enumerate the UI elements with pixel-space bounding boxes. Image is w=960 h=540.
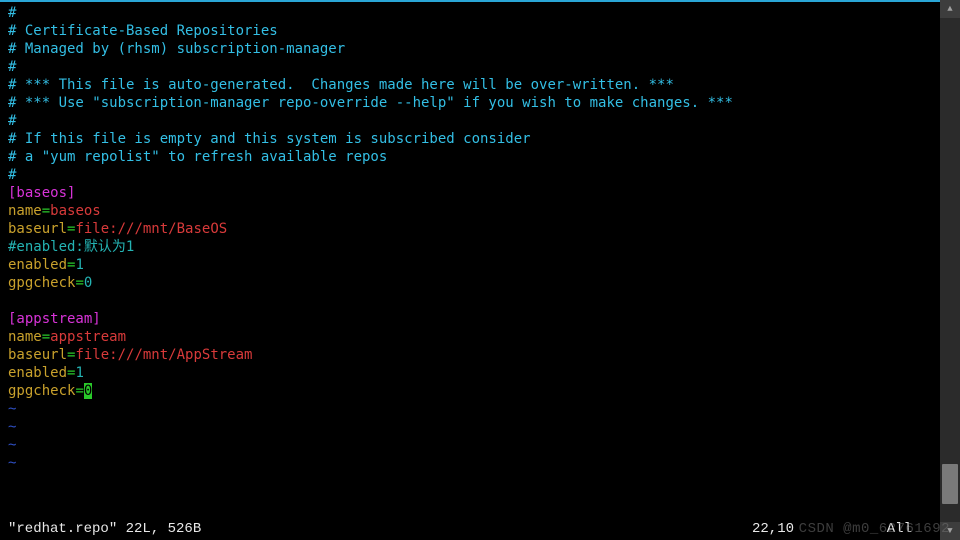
comment-line: # a "yum repolist" to refresh available … (8, 149, 387, 165)
value: baseos (50, 203, 101, 219)
key: gpgcheck (8, 275, 75, 291)
value: file:///mnt/AppStream (75, 347, 252, 363)
key: enabled (8, 257, 67, 273)
equals: = (42, 329, 50, 345)
scrollbar-down-arrow-icon[interactable]: ▼ (940, 522, 960, 540)
section-header-appstream: [appstream] (8, 311, 101, 327)
key: enabled (8, 365, 67, 381)
status-filename: "redhat.repo" 22L, 526B (8, 520, 752, 538)
comment-line: # (8, 5, 16, 21)
equals: = (42, 203, 50, 219)
scrollbar-thumb[interactable] (942, 464, 958, 504)
comment-line: # (8, 113, 16, 129)
comment-line: # *** Use "subscription-manager repo-ove… (8, 95, 733, 111)
key: name (8, 329, 42, 345)
terminal-viewport[interactable]: # # Certificate-Based Repositories # Man… (0, 0, 940, 540)
empty-line-tilde: ~ (8, 455, 16, 471)
key: gpgcheck (8, 383, 75, 399)
key: baseurl (8, 347, 67, 363)
comment-line: # (8, 167, 16, 183)
comment-line: # (8, 59, 16, 75)
vertical-scrollbar[interactable]: ▲ ▼ (940, 0, 960, 540)
comment-line: #enabled:默认为1 (8, 239, 134, 255)
value: appstream (50, 329, 126, 345)
vim-status-bar: "redhat.repo" 22L, 526B 22,10 All (0, 518, 940, 540)
comment-line: # Managed by (rhsm) subscription-manager (8, 41, 345, 57)
empty-line-tilde: ~ (8, 401, 16, 417)
value: file:///mnt/BaseOS (75, 221, 227, 237)
value: 1 (75, 365, 83, 381)
comment-line: # If this file is empty and this system … (8, 131, 531, 147)
scrollbar-track[interactable] (940, 18, 960, 522)
comment-line: # Certificate-Based Repositories (8, 23, 278, 39)
empty-line-tilde: ~ (8, 437, 16, 453)
key: name (8, 203, 42, 219)
comment-line: # *** This file is auto-generated. Chang… (8, 77, 674, 93)
key: baseurl (8, 221, 67, 237)
file-buffer[interactable]: # # Certificate-Based Repositories # Man… (0, 2, 940, 472)
status-percent: All (872, 520, 932, 538)
scrollbar-up-arrow-icon[interactable]: ▲ (940, 0, 960, 18)
equals: = (75, 275, 83, 291)
section-header-baseos: [baseos] (8, 185, 75, 201)
value: 1 (75, 257, 83, 273)
empty-line-tilde: ~ (8, 419, 16, 435)
equals: = (75, 383, 83, 399)
cursor: 0 (84, 383, 92, 399)
value: 0 (84, 275, 92, 291)
status-position: 22,10 (752, 520, 872, 538)
